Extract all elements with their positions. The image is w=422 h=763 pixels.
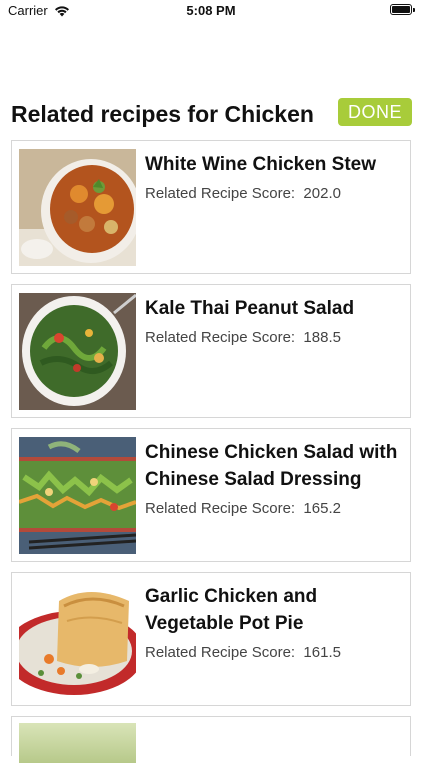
recipe-title: White Wine Chicken Stew: [145, 154, 377, 175]
recipe-text: White Wine Chicken Stew Related Recipe S…: [145, 151, 405, 202]
recipe-score: Related Recipe Score: 188.5: [145, 329, 341, 346]
battery-icon: [390, 4, 415, 15]
recipe-score: Related Recipe Score: 161.5: [145, 644, 341, 661]
status-bar: Carrier 5:08 PM: [0, 0, 422, 22]
recipe-photo-icon: [19, 723, 136, 763]
stew-bowl-photo-icon: [19, 149, 136, 266]
list-item[interactable]: Kale Thai Peanut Salad Related Recipe Sc…: [11, 284, 411, 418]
list-item[interactable]: [11, 716, 411, 763]
recipe-score: Related Recipe Score: 165.2: [145, 500, 341, 517]
list-item[interactable]: White Wine Chicken Stew Related Recipe S…: [11, 140, 411, 274]
pot-pie-photo-icon: [19, 581, 136, 698]
done-button[interactable]: DONE: [338, 98, 412, 126]
recipe-title: Kale Thai Peanut Salad: [145, 298, 355, 319]
recipe-title: Garlic Chicken and Vegetable Pot Pie: [145, 586, 318, 634]
recipe-score: Related Recipe Score: 202.0: [145, 185, 341, 202]
salad-bowl-photo-icon: [19, 293, 136, 410]
recipe-title: Chinese Chicken Salad with Chinese Salad…: [145, 442, 398, 490]
recipe-text: Chinese Chicken Salad with Chinese Salad…: [145, 439, 405, 517]
list-item[interactable]: Chinese Chicken Salad with Chinese Salad…: [11, 428, 411, 562]
header: Related recipes for Chicken DONE: [0, 95, 422, 135]
page-title: Related recipes for Chicken: [11, 101, 314, 127]
recipe-text: Garlic Chicken and Vegetable Pot Pie Rel…: [145, 583, 405, 661]
recipe-text: Kale Thai Peanut Salad Related Recipe Sc…: [145, 295, 405, 346]
status-time: 5:08 PM: [186, 3, 236, 18]
salad-platter-photo-icon: [19, 437, 136, 554]
list-item[interactable]: Garlic Chicken and Vegetable Pot Pie Rel…: [11, 572, 411, 706]
